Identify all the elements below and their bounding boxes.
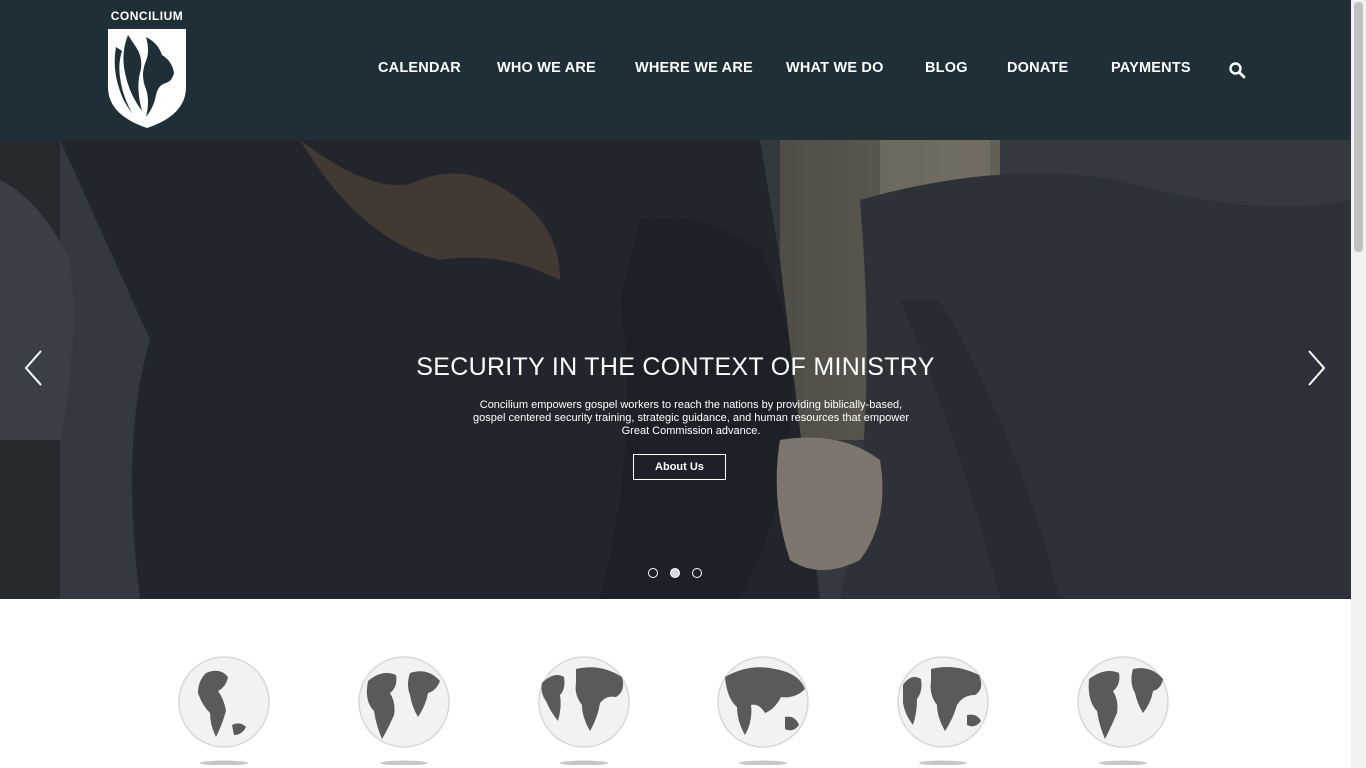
slider-dot-2[interactable] (670, 568, 680, 578)
globe-icon[interactable] (356, 655, 452, 765)
lion-shield-icon (108, 29, 186, 128)
nav-item-calendar[interactable]: CALENDAR (378, 60, 461, 76)
hero-title: SECURITY IN THE CONTEXT OF MINISTRY (416, 353, 935, 381)
logo[interactable]: CONCILIUM (104, 8, 190, 134)
nav-item-blog[interactable]: BLOG (925, 60, 968, 76)
regions-section (0, 599, 1351, 768)
globe-icon[interactable] (715, 655, 811, 765)
slider-dot-3[interactable] (692, 568, 702, 578)
globe-icon[interactable] (536, 655, 632, 765)
globe-icon[interactable] (1075, 655, 1171, 765)
slider-dot-1[interactable] (648, 568, 658, 578)
scrollbar-thumb[interactable] (1354, 2, 1363, 252)
nav-item-payments[interactable]: PAYMENTS (1111, 60, 1191, 76)
globe-icon[interactable] (895, 655, 991, 765)
site-header: CONCILIUM CALENDAR WHO WE ARE WHERE WE A… (0, 0, 1351, 140)
globe-icon[interactable] (176, 655, 272, 765)
nav-item-what-we-do[interactable]: WHAT WE DO (786, 60, 884, 76)
hero-description: Concilium empowers gospel workers to rea… (473, 399, 909, 437)
hero-slider: SECURITY IN THE CONTEXT OF MINISTRY Conc… (0, 140, 1351, 599)
nav-item-where-we-are[interactable]: WHERE WE ARE (635, 60, 753, 76)
about-us-button[interactable]: About Us (633, 454, 726, 480)
nav-item-who-we-are[interactable]: WHO WE ARE (497, 60, 596, 76)
scrollbar[interactable] (1351, 0, 1366, 768)
nav-item-donate[interactable]: DONATE (1007, 60, 1068, 76)
logo-text: CONCILIUM (110, 9, 184, 23)
search-icon[interactable] (1228, 61, 1246, 79)
